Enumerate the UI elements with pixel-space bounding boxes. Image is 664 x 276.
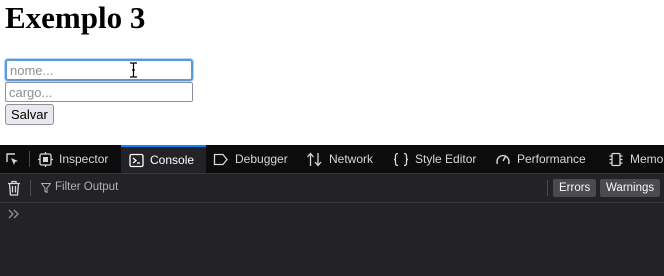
errors-filter-button[interactable]: Errors xyxy=(553,179,597,197)
console-input[interactable] xyxy=(22,205,652,227)
tab-network[interactable]: Network xyxy=(306,145,373,173)
debugger-icon xyxy=(213,153,228,165)
tab-console-label: Console xyxy=(150,153,195,167)
inspector-icon xyxy=(38,151,53,167)
warnings-filter-button[interactable]: Warnings xyxy=(600,179,661,197)
prompt-chevron-icon xyxy=(8,209,19,219)
tab-memory[interactable]: Memo xyxy=(608,145,663,173)
devtools-tabbar: Inspector Console Debugger Network Style… xyxy=(0,145,664,174)
network-icon xyxy=(307,152,322,166)
tabbar-divider xyxy=(29,151,30,167)
toolbar-divider xyxy=(30,180,31,196)
console-icon xyxy=(129,153,144,167)
tab-memory-label: Memo xyxy=(630,152,664,166)
trash-icon[interactable] xyxy=(7,180,21,196)
style-editor-icon xyxy=(393,152,409,166)
tab-performance-label: Performance xyxy=(517,152,586,166)
memory-icon xyxy=(609,152,623,166)
tab-performance[interactable]: Performance xyxy=(495,145,586,173)
tab-network-label: Network xyxy=(329,152,374,166)
tab-debugger[interactable]: Debugger xyxy=(213,145,288,173)
element-picker-button[interactable] xyxy=(4,145,26,173)
filter-icon xyxy=(41,183,51,193)
save-button[interactable]: Salvar xyxy=(5,104,54,125)
tab-debugger-label: Debugger xyxy=(235,152,288,166)
role-input[interactable] xyxy=(5,82,193,102)
element-picker-icon xyxy=(6,153,18,165)
name-input[interactable] xyxy=(5,59,193,81)
tab-console[interactable]: Console xyxy=(121,145,206,173)
devtools-panel: Inspector Console Debugger Network Style… xyxy=(0,145,664,276)
filter-output-input[interactable]: Filter Output xyxy=(55,181,118,193)
web-page: Exemplo 3 Salvar xyxy=(0,0,664,145)
tab-style-editor-label: Style Editor xyxy=(415,152,477,166)
page-title: Exemplo 3 xyxy=(5,0,146,35)
tab-style-editor[interactable]: Style Editor xyxy=(393,145,476,173)
toolbar-divider xyxy=(547,180,548,196)
text-cursor-icon xyxy=(130,62,137,78)
tab-inspector-label: Inspector xyxy=(59,152,109,166)
console-toolbar: Filter Output Errors Warnings xyxy=(0,174,664,203)
tab-inspector[interactable]: Inspector xyxy=(38,145,108,173)
performance-icon xyxy=(496,154,510,164)
